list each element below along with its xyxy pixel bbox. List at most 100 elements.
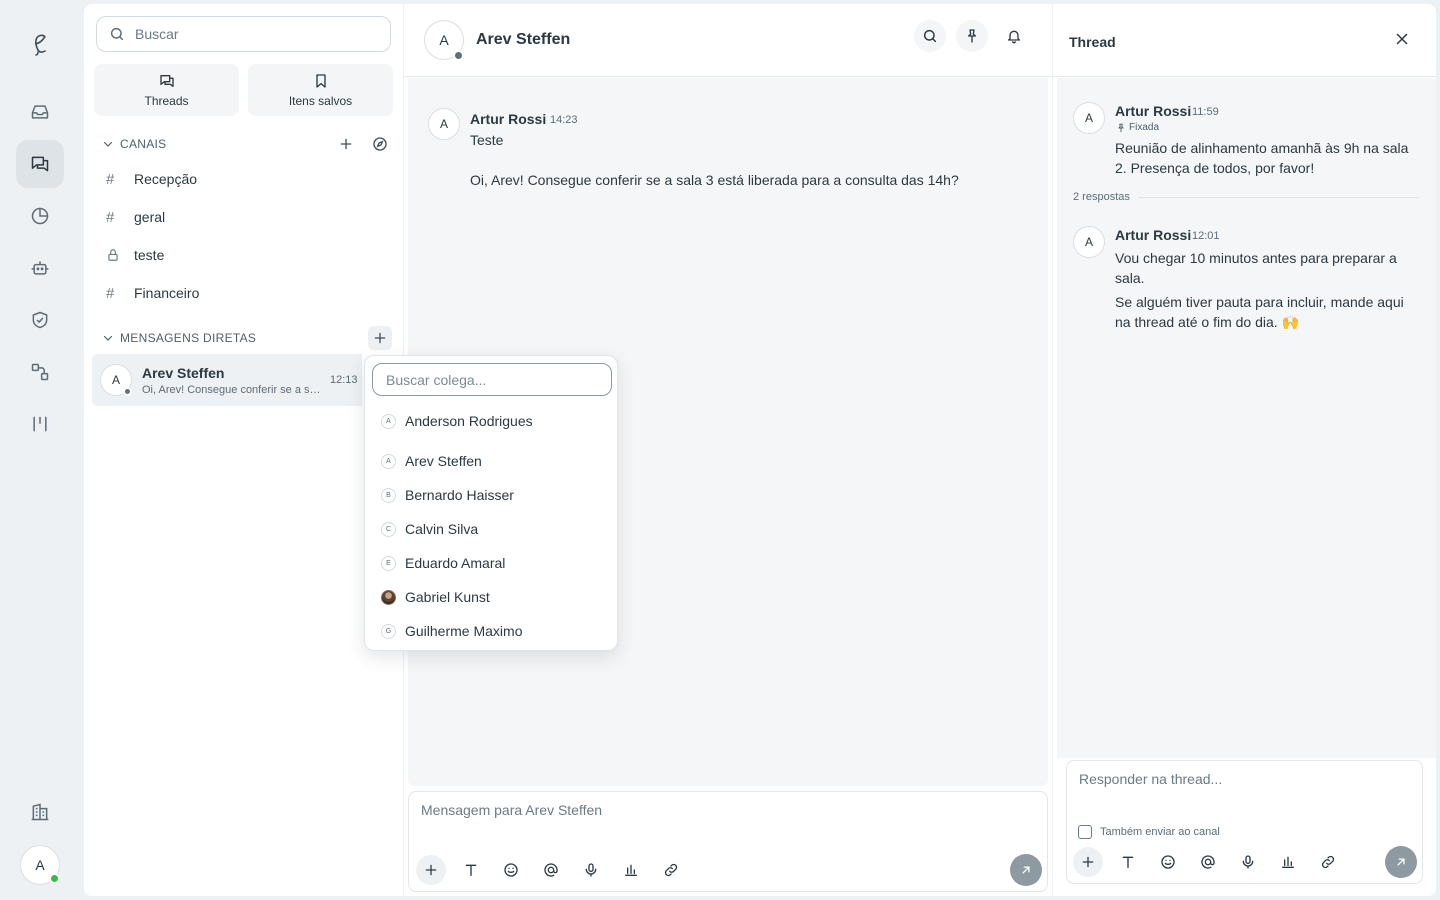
colleague-name: Bernardo Haisser <box>405 487 514 503</box>
threads-button[interactable]: Threads <box>94 64 239 116</box>
direct-messages-section-header[interactable]: MENSAGENS DIRETAS <box>102 326 392 350</box>
emoji-icon[interactable] <box>1155 849 1181 875</box>
new-direct-message-plus-icon[interactable] <box>368 326 392 350</box>
also-send-checkbox[interactable] <box>1078 825 1092 839</box>
message-text: Se alguém tiver pauta para incluir, mand… <box>1115 294 1404 330</box>
thread-panel: Thread A Artur Rossi 11:59 Fixada Reuniã… <box>1053 4 1436 896</box>
emoji-icon[interactable] <box>498 857 524 883</box>
mention-icon[interactable] <box>1195 849 1221 875</box>
avatar[interactable]: A <box>1073 226 1105 258</box>
user-avatar[interactable]: A <box>20 845 60 885</box>
hash-icon: # <box>106 170 115 188</box>
explore-channels-compass-icon[interactable] <box>368 132 392 156</box>
bell-icon[interactable] <box>998 20 1030 52</box>
colleague-option[interactable]: A Arev Steffen <box>381 448 611 474</box>
message-time: 14:23 <box>550 114 578 126</box>
bookmark-icon <box>313 73 329 89</box>
thread-reply-input-placeholder[interactable]: Responder na thread... <box>1079 771 1222 787</box>
colleague-option[interactable]: B Bernardo Haisser <box>381 482 611 508</box>
colleague-option[interactable]: E Eduardo Amaral <box>381 550 611 576</box>
contact-name: Arev Steffen <box>476 31 571 48</box>
colleague-option[interactable]: Gabriel Kunst <box>381 584 611 610</box>
pin-icon[interactable] <box>956 20 988 52</box>
plus-icon[interactable] <box>1073 847 1103 877</box>
message-time: 12:01 <box>1192 230 1220 242</box>
avatar-initial: A <box>1084 111 1093 125</box>
chevron-down-icon <box>102 138 114 150</box>
dm-time: 12:13 <box>330 374 358 386</box>
thread-reply-composer[interactable]: Responder na thread... Também enviar ao … <box>1066 760 1423 884</box>
avatar[interactable]: A <box>1073 102 1105 134</box>
message-composer[interactable]: Mensagem para Arev Steffen <box>408 791 1048 892</box>
text-format-icon[interactable] <box>1115 849 1141 875</box>
chat-icon[interactable] <box>16 140 64 188</box>
channel-item-teste[interactable]: teste <box>92 238 395 272</box>
message-text: Teste <box>470 132 504 148</box>
inbox-icon[interactable] <box>16 88 64 136</box>
text-format-icon[interactable] <box>458 857 484 883</box>
chat-header: A Arev Steffen <box>404 4 1052 77</box>
message-text: Reunião de alinhamento amanhã às 9h na s… <box>1115 140 1409 176</box>
colleague-option[interactable]: A Anderson Rodrigues <box>381 408 611 434</box>
link-icon[interactable] <box>1315 849 1341 875</box>
pin-icon <box>1116 123 1126 133</box>
send-reply-button[interactable] <box>1385 846 1417 878</box>
message-author[interactable]: Artur Rossi <box>1115 227 1191 243</box>
search-icon <box>109 26 125 42</box>
channels-section-header[interactable]: CANAIS <box>102 134 392 154</box>
plus-icon[interactable] <box>416 855 446 885</box>
online-status-dot <box>49 873 60 884</box>
colleague-name: Anderson Rodrigues <box>405 413 533 429</box>
dm-item-arev-steffen[interactable]: A Arev Steffen Oi, Arev! Consegue confer… <box>92 354 362 406</box>
sidebar-search-input[interactable] <box>135 26 375 42</box>
message-author[interactable]: Artur Rossi <box>470 111 546 127</box>
contact-avatar[interactable]: A <box>424 20 464 61</box>
offline-status-dot <box>453 50 464 61</box>
bot-icon[interactable] <box>16 244 64 292</box>
poll-chart-icon[interactable] <box>618 857 644 883</box>
add-channel-plus-icon[interactable] <box>334 132 358 156</box>
search-messages-icon[interactable] <box>914 20 946 52</box>
avatar: C <box>381 521 396 537</box>
avatar-initial: A <box>1084 235 1093 249</box>
channel-item-geral[interactable]: # geral <box>92 200 395 234</box>
close-icon[interactable] <box>1393 30 1411 48</box>
microphone-icon[interactable] <box>578 857 604 883</box>
avatar: B <box>381 487 396 503</box>
avatar: A <box>381 413 396 429</box>
app-logo-icon[interactable] <box>16 20 64 68</box>
channel-item-financeiro[interactable]: # Financeiro <box>92 276 395 310</box>
chevron-down-icon <box>102 332 114 344</box>
microphone-icon[interactable] <box>1235 849 1261 875</box>
message-author[interactable]: Artur Rossi <box>1115 103 1191 119</box>
sidebar-search[interactable] <box>96 16 391 52</box>
avatar[interactable]: A <box>428 108 460 140</box>
workflow-icon[interactable] <box>16 348 64 396</box>
pie-chart-icon[interactable] <box>16 192 64 240</box>
also-send-to-channel-option[interactable]: Também enviar ao canal <box>1078 825 1220 839</box>
colleague-option[interactable]: G Guilherme Maximo <box>381 618 611 644</box>
channel-name: teste <box>134 247 165 263</box>
avatar: A <box>381 453 396 469</box>
thread-title: Thread <box>1069 34 1116 50</box>
replies-count: 2 respostas <box>1073 191 1130 203</box>
link-icon[interactable] <box>658 857 684 883</box>
shield-check-icon[interactable] <box>16 296 64 344</box>
message-time: 11:59 <box>1192 106 1219 118</box>
avatar: A <box>100 364 132 396</box>
message-text: Oi, Arev! Consegue conferir se a sala 3 … <box>470 172 959 188</box>
kanban-icon[interactable] <box>16 400 64 448</box>
avatar: G <box>381 623 396 639</box>
colleague-option[interactable]: C Calvin Silva <box>381 516 611 542</box>
send-button[interactable] <box>1010 854 1042 886</box>
channel-name: Recepção <box>134 171 198 187</box>
saved-items-button[interactable]: Itens salvos <box>248 64 393 116</box>
colleague-search-input[interactable] <box>372 363 612 396</box>
building-icon[interactable] <box>16 788 64 836</box>
poll-chart-icon[interactable] <box>1275 849 1301 875</box>
message-input-placeholder[interactable]: Mensagem para Arev Steffen <box>421 802 602 818</box>
channel-item-recepcao[interactable]: # Recepção <box>92 162 395 196</box>
avatar-initial: A <box>439 117 448 131</box>
replies-divider: 2 respostas <box>1073 191 1419 203</box>
mention-icon[interactable] <box>538 857 564 883</box>
